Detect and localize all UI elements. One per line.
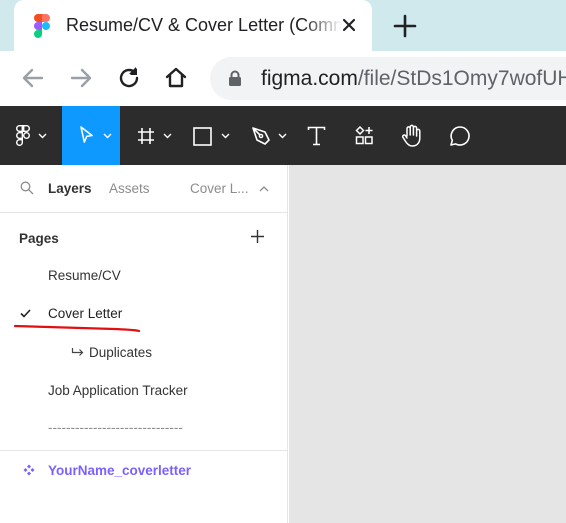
component-icon	[23, 464, 35, 476]
figma-favicon-icon	[34, 14, 50, 38]
layer-label: YourName_coverletter	[48, 463, 192, 478]
rectangle-icon	[193, 127, 212, 146]
page-selector[interactable]: Cover L...	[190, 181, 249, 196]
pen-tool-button[interactable]	[242, 106, 292, 165]
page-item-label: ------------------------------	[48, 420, 183, 435]
design-canvas[interactable]	[289, 165, 566, 523]
resources-icon	[355, 126, 373, 145]
url-path: /file/StDs1Omy7wofUH	[357, 67, 566, 90]
text-icon	[307, 126, 326, 146]
figma-logo-icon	[16, 125, 30, 146]
main-menu-button[interactable]	[0, 106, 60, 165]
url-text: figma.com/file/StDs1Omy7wofUH	[261, 67, 566, 91]
page-item-job-application-tracker[interactable]: Job Application Tracker	[0, 372, 288, 410]
chevron-down-icon	[278, 133, 287, 139]
address-bar[interactable]: figma.com/file/StDs1Omy7wofUH	[210, 57, 566, 100]
shape-tool-button[interactable]	[183, 106, 235, 165]
url-host: figma.com	[261, 67, 358, 90]
hand-tool-button[interactable]	[395, 106, 429, 165]
home-icon[interactable]	[162, 64, 190, 92]
section-divider	[0, 450, 288, 451]
page-item-duplicates[interactable]: Duplicates	[0, 334, 288, 372]
chevron-down-icon	[221, 133, 230, 139]
figma-toolbar	[0, 106, 566, 165]
layer-item-component[interactable]: YourName_coverletter	[0, 455, 288, 485]
close-icon[interactable]	[338, 14, 360, 36]
browser-navigation-bar: figma.com/file/StDs1Omy7wofUH	[0, 51, 566, 106]
nested-arrow-icon	[71, 348, 84, 356]
add-page-plus-icon[interactable]	[250, 229, 265, 244]
comment-icon	[450, 126, 470, 146]
new-tab-plus-icon[interactable]	[392, 13, 418, 39]
reload-icon[interactable]	[115, 64, 143, 92]
tab-title: Resume/CV & Cover Letter (Community)	[66, 15, 342, 35]
tab-assets[interactable]: Assets	[109, 181, 150, 196]
chevron-down-icon	[163, 133, 172, 139]
cursor-arrow-icon	[80, 126, 93, 143]
figma-browser-window: Resume/CV & Cover Letter (Community)	[0, 0, 566, 523]
pen-icon	[252, 127, 270, 145]
lock-icon[interactable]	[228, 70, 242, 87]
page-item-separator[interactable]: ------------------------------	[0, 409, 288, 447]
panel-tabs: Layers Assets Cover L...	[0, 165, 288, 213]
pages-title: Pages	[19, 231, 59, 246]
page-item-label: Cover Letter	[48, 306, 123, 321]
comment-tool-button[interactable]	[443, 106, 477, 165]
left-sidebar-panel: Layers Assets Cover L... Pages Resume/CV…	[0, 165, 288, 523]
chevron-down-icon	[103, 133, 112, 139]
back-arrow-icon[interactable]	[19, 64, 47, 92]
chevron-up-icon[interactable]	[259, 185, 269, 192]
move-tool-button[interactable]	[62, 106, 120, 165]
browser-tab[interactable]: Resume/CV & Cover Letter (Community)	[14, 0, 372, 51]
page-item-label: Job Application Tracker	[48, 383, 188, 398]
checkmark-icon	[20, 309, 31, 318]
page-item-resume-cv[interactable]: Resume/CV	[0, 257, 288, 295]
page-item-label: Resume/CV	[48, 268, 121, 283]
frame-tool-button[interactable]	[128, 106, 178, 165]
tab-layers[interactable]: Layers	[48, 181, 92, 196]
search-icon[interactable]	[20, 181, 34, 195]
forward-arrow-icon[interactable]	[67, 64, 95, 92]
resources-tool-button[interactable]	[348, 106, 382, 165]
browser-tab-strip: Resume/CV & Cover Letter (Community)	[0, 0, 566, 51]
text-tool-button[interactable]	[300, 106, 334, 165]
page-item-label: Duplicates	[89, 345, 153, 360]
page-item-cover-letter[interactable]: Cover Letter	[0, 295, 288, 333]
frame-icon	[138, 128, 154, 144]
pages-section-header: Pages	[0, 213, 288, 263]
chevron-down-icon	[38, 133, 47, 139]
hand-icon	[401, 124, 421, 147]
